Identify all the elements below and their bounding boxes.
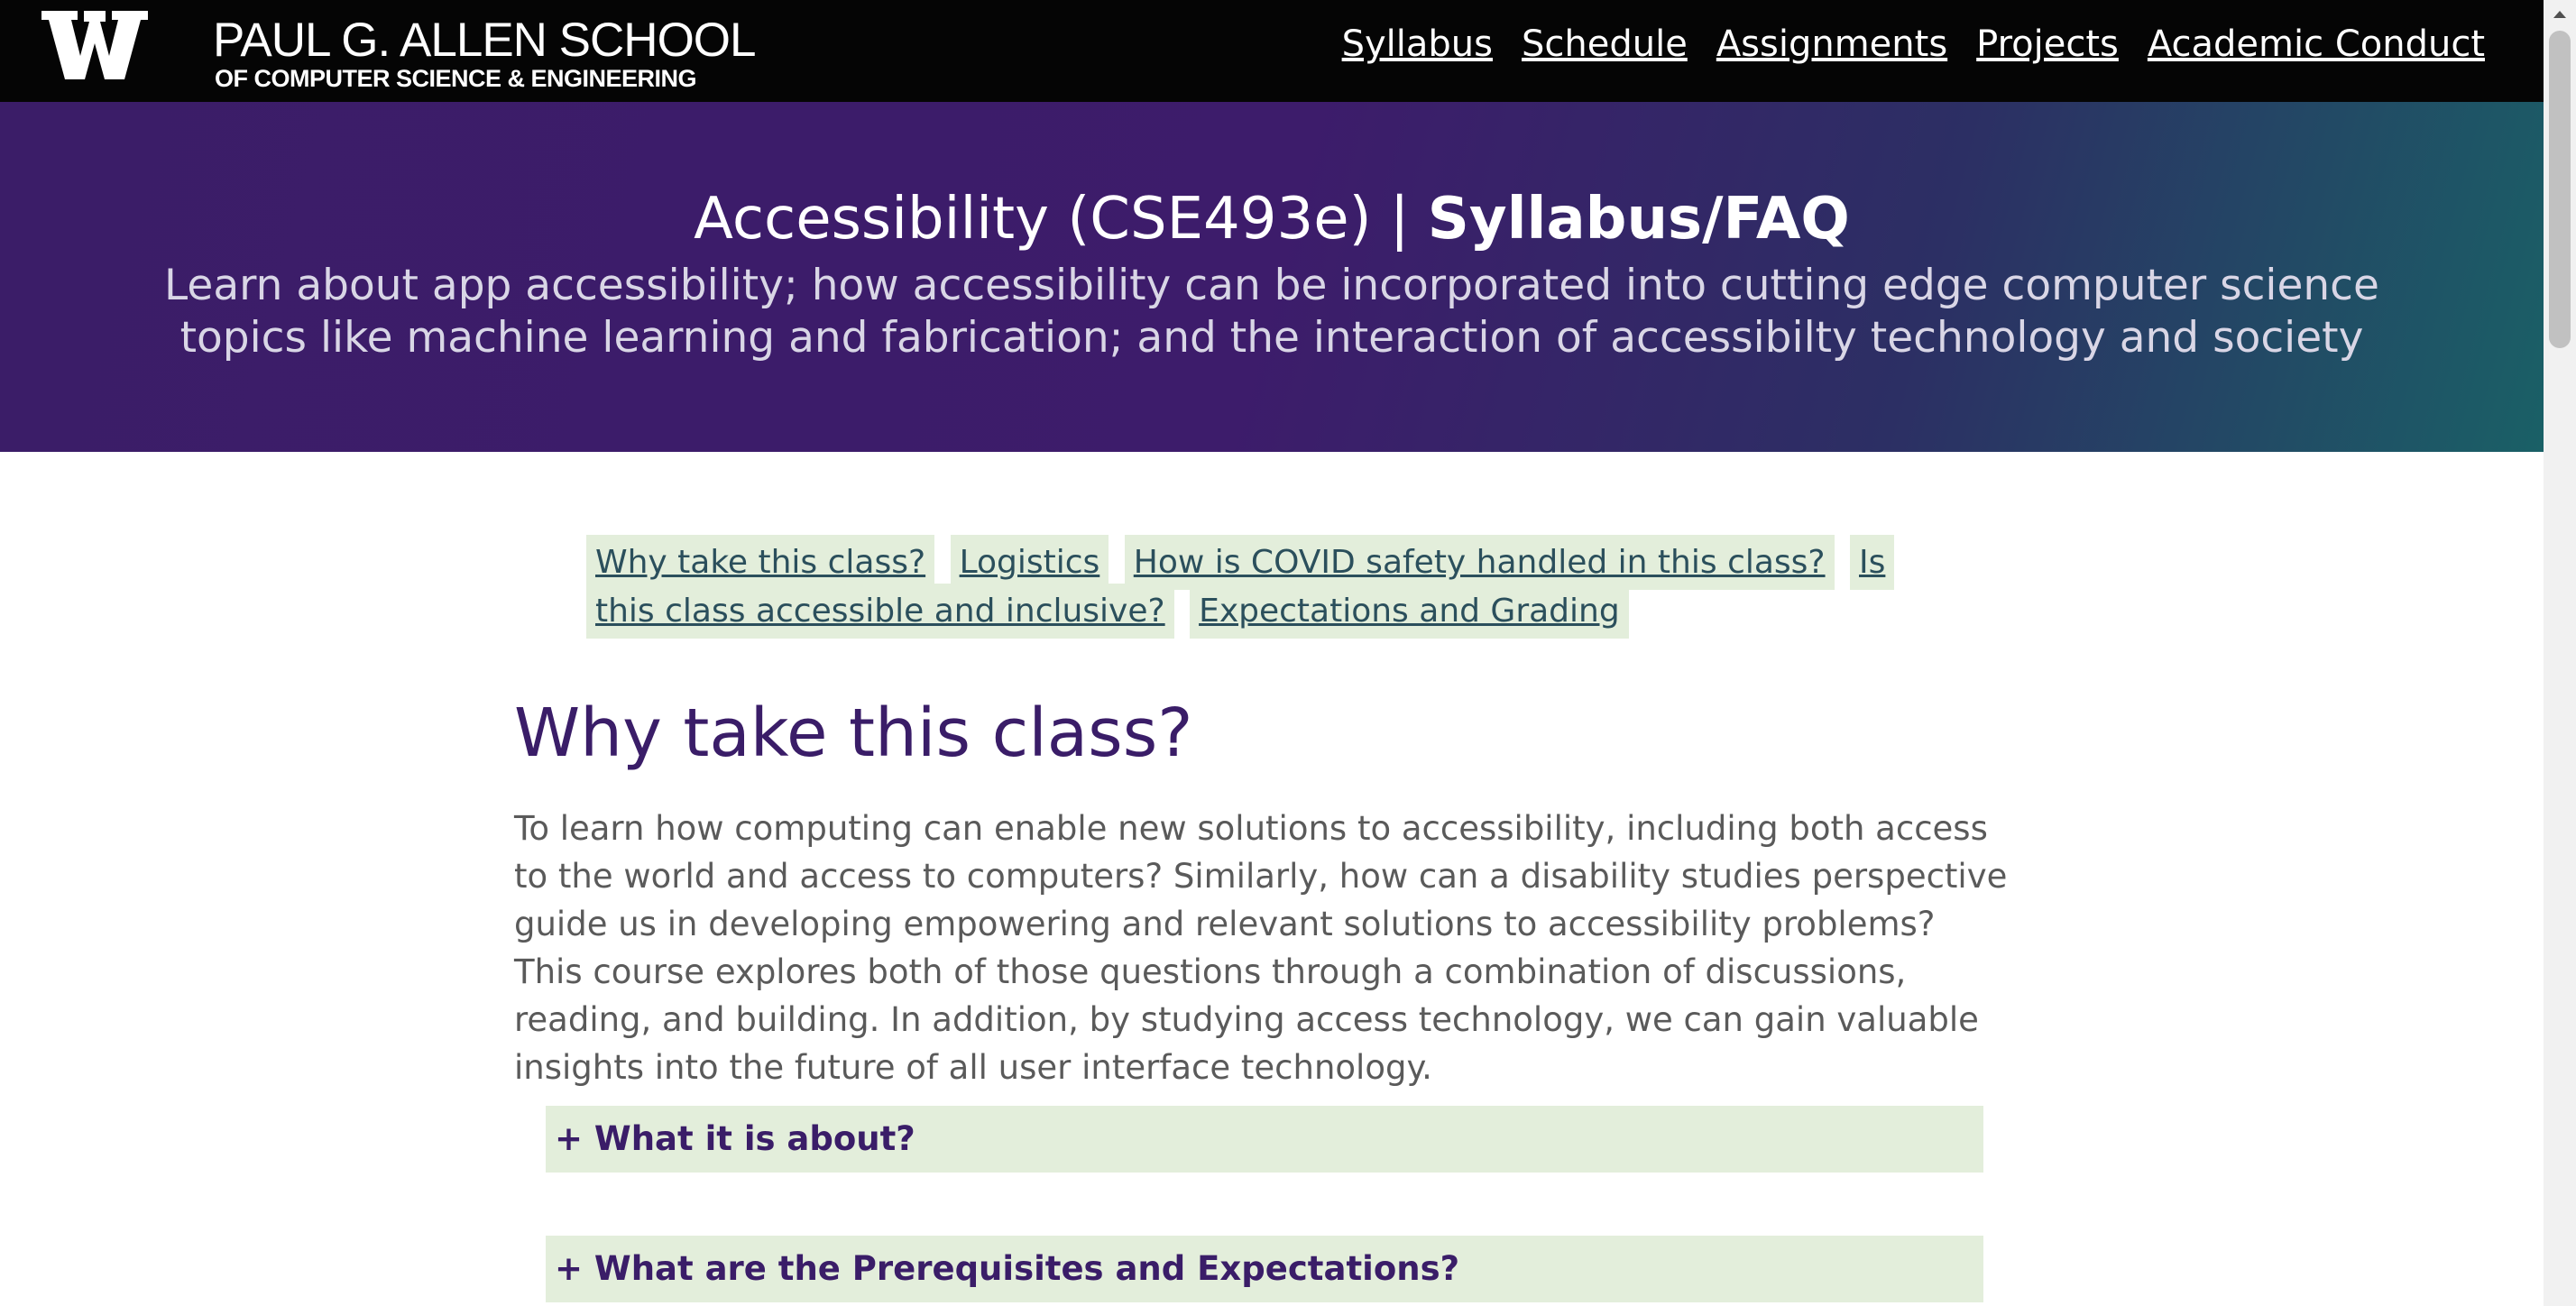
table-of-contents: Why take this class? Logistics How is CO… [586,535,1895,639]
top-navbar: PAUL G. ALLEN SCHOOL OF COMPUTER SCIENCE… [0,0,2544,102]
school-subtitle: OF COMPUTER SCIENCE & ENGINEERING [215,65,697,92]
page-title-course: Accessibility (CSE493e) | [694,186,1428,253]
nav-projects[interactable]: Projects [1976,23,2119,65]
accordion-prerequisites-expectations[interactable]: + What are the Prerequisites and Expecta… [546,1236,1983,1302]
school-name: PAUL G. ALLEN SCHOOL [213,14,757,67]
nav-assignments[interactable]: Assignments [1716,23,1947,65]
nav-academic-conduct[interactable]: Academic Conduct [2148,23,2485,65]
hero-banner: Accessibility (CSE493e) | Syllabus/FAQ L… [0,102,2544,452]
section-heading: Why take this class? [514,694,1193,772]
page-subtitle: Learn about app accessibility; how acces… [164,261,2379,363]
toc-expectations-grading[interactable]: Expectations and Grading [1190,584,1629,639]
scroll-up-arrow-icon[interactable] [2553,11,2566,18]
nav-schedule[interactable]: Schedule [1522,23,1688,65]
section-body: To learn how computing can enable new so… [514,809,2008,1087]
uw-logo[interactable]: PAUL G. ALLEN SCHOOL OF COMPUTER SCIENCE… [41,9,757,92]
accordion-what-it-is-about[interactable]: + What it is about? [546,1106,1983,1173]
page-title: Accessibility (CSE493e) | Syllabus/FAQ [0,185,2544,254]
scrollbar-thumb[interactable] [2549,31,2571,348]
toc-covid-safety[interactable]: How is COVID safety handled in this clas… [1124,535,1835,590]
page-title-section: Syllabus/FAQ [1427,186,1850,253]
main-nav: Syllabus Schedule Assignments Projects A… [1313,23,2485,65]
toc-why-take-this-class[interactable]: Why take this class? [586,535,935,590]
uw-w-icon [41,11,148,79]
toc-logistics[interactable]: Logistics [950,535,1109,590]
nav-syllabus[interactable]: Syllabus [1342,23,1493,65]
vertical-scrollbar[interactable] [2544,0,2576,1306]
